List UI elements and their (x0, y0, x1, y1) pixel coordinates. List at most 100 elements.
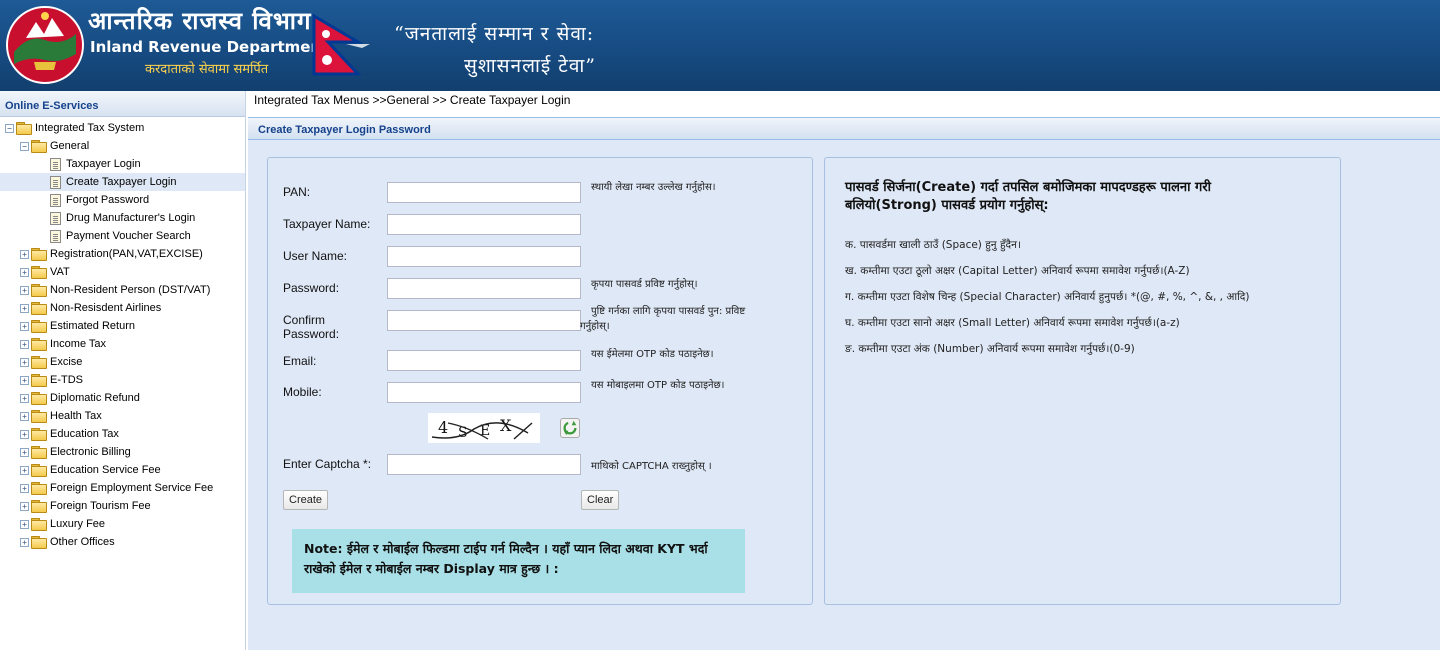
tree-leaf-taxpayer-login[interactable]: Taxpayer Login (50, 155, 141, 173)
tree-node-label: Education Tax (50, 428, 119, 440)
folder-icon (31, 482, 47, 495)
user-name-input[interactable] (387, 246, 581, 267)
tree-leaf-forgot-password[interactable]: Forgot Password (50, 191, 149, 209)
expand-icon[interactable]: + (20, 285, 29, 295)
document-icon (50, 193, 61, 207)
email-input[interactable] (387, 350, 581, 371)
folder-icon (31, 464, 47, 477)
password-input[interactable] (387, 278, 581, 299)
login-form: PAN: स्थायी लेखा नम्बर उल्लेख गर्नुहोस। … (267, 157, 813, 605)
tree-leaf-payment-voucher-search[interactable]: Payment Voucher Search (50, 227, 191, 245)
expand-icon[interactable]: + (20, 447, 29, 457)
confirm-password-label-line1: Confirm (283, 313, 326, 327)
tree-node-integrated-tax-system[interactable]: − Integrated Tax System (5, 119, 144, 137)
tree-node-label: Non-Resident Person (DST/VAT) (50, 284, 211, 296)
tree-node-folder[interactable]: + Luxury Fee (20, 515, 105, 533)
expand-icon[interactable]: + (20, 429, 29, 439)
folder-icon (31, 320, 47, 333)
tree-node-folder[interactable]: + Education Tax (20, 425, 119, 443)
tree-leaf-label: Payment Voucher Search (66, 230, 191, 242)
expand-icon[interactable]: + (20, 411, 29, 421)
email-mobile-note: Note: ईमेल र मोबाईल फिल्डमा टाईप गर्न मि… (292, 529, 745, 593)
expand-icon[interactable]: + (20, 501, 29, 511)
folder-icon (31, 392, 47, 405)
tree-node-label: VAT (50, 266, 70, 278)
expand-icon[interactable]: + (20, 537, 29, 547)
tree-node-label: Integrated Tax System (35, 122, 145, 134)
department-tagline: करदाताको सेवामा समर्पित (145, 62, 269, 77)
create-button[interactable]: Create (283, 490, 329, 510)
email-hint: यस ईमेलमा OTP कोड पठाइनेछ। (591, 349, 714, 360)
sidebar-title: Online E-Services (0, 91, 245, 117)
expand-icon[interactable]: + (20, 249, 29, 259)
department-title-english: Inland Revenue Department (90, 38, 329, 56)
tree-node-label: Electronic Billing (50, 446, 131, 458)
tree-node-folder[interactable]: + Income Tax (20, 335, 106, 353)
tree-node-label: Foreign Employment Service Fee (50, 482, 214, 494)
folder-icon (31, 410, 47, 423)
captcha-refresh-button[interactable] (560, 418, 580, 438)
tree-node-folder[interactable]: + Excise (20, 353, 82, 371)
password-label: Password: (283, 281, 340, 295)
tree-node-folder[interactable]: + Non-Resident Person (DST/VAT) (20, 281, 210, 299)
tree-node-folder[interactable]: + Other Offices (20, 533, 115, 551)
tree-node-folder[interactable]: + VAT (20, 263, 70, 281)
pan-input[interactable] (387, 182, 581, 203)
expand-icon[interactable]: + (20, 303, 29, 313)
clear-button[interactable]: Clear (581, 490, 620, 510)
tree-leaf-drug-manufacturer-login[interactable]: Drug Manufacturer's Login (50, 209, 195, 227)
tree-node-folder[interactable]: + Electronic Billing (20, 443, 131, 461)
taxpayer-name-input[interactable] (387, 214, 581, 235)
folder-icon (31, 338, 47, 351)
expand-icon[interactable]: + (20, 465, 29, 475)
tree-node-folder[interactable]: + Education Service Fee (20, 461, 161, 479)
tree-node-folder[interactable]: + E-TDS (20, 371, 83, 389)
tree-node-general[interactable]: − General (20, 137, 89, 155)
collapse-icon[interactable]: − (5, 123, 14, 133)
captcha-hint: माथिको CAPTCHA राख्नुहोस् । (591, 461, 712, 472)
tree-node-label: Luxury Fee (50, 518, 106, 530)
captcha-char: 4 (438, 418, 448, 437)
tree-node-folder[interactable]: + Non-Resisdent Airlines (20, 299, 161, 317)
main-panel: Create Taxpayer Login Password PAN: स्था… (248, 117, 1440, 650)
tree-leaf-label: Taxpayer Login (66, 158, 141, 170)
document-icon (50, 229, 61, 243)
confirm-password-hint-line1: पुष्टि गर्नका लागि कृपया पासवर्ड पुन: प्… (591, 306, 746, 317)
sidebar-nav: Online E-Services − Integrated Tax Syste… (0, 91, 246, 650)
expand-icon[interactable]: + (20, 321, 29, 331)
expand-icon[interactable]: + (20, 483, 29, 493)
pan-hint: स्थायी लेखा नम्बर उल्लेख गर्नुहोस। (591, 182, 716, 193)
password-rule: ङ. कम्तीमा एउटा अंक (Number) अनिवार्य रू… (845, 343, 1135, 355)
user-name-label: User Name: (283, 249, 348, 263)
tree-node-folder[interactable]: + Estimated Return (20, 317, 135, 335)
tree-node-folder[interactable]: + Registration(PAN,VAT,EXCISE) (20, 245, 203, 263)
tree-node-label: Other Offices (50, 536, 115, 548)
tree-node-folder[interactable]: + Diplomatic Refund (20, 389, 140, 407)
tree-node-label: Education Service Fee (50, 464, 161, 476)
document-icon (50, 157, 61, 171)
tree-node-label: Income Tax (50, 338, 107, 350)
expand-icon[interactable]: + (20, 267, 29, 277)
document-icon (50, 175, 61, 189)
expand-icon[interactable]: + (20, 375, 29, 385)
folder-icon (31, 356, 47, 369)
password-rule: ग. कम्तीमा एउटा विशेष चिन्ह (Special Cha… (845, 291, 1250, 303)
tree-node-label: General (50, 140, 90, 152)
confirm-password-input[interactable] (387, 310, 581, 331)
tree-node-folder[interactable]: + Foreign Tourism Fee (20, 497, 151, 515)
captcha-input[interactable] (387, 454, 581, 475)
expand-icon[interactable]: + (20, 393, 29, 403)
motto-line-1: “जनतालाई सम्मान र सेवा: (394, 23, 595, 45)
expand-icon[interactable]: + (20, 339, 29, 349)
tree-node-label: Health Tax (50, 410, 102, 422)
tree-node-folder[interactable]: + Health Tax (20, 407, 102, 425)
expand-icon[interactable]: + (20, 519, 29, 529)
password-rule: घ. कम्तीमा एउटा सानो अक्षर (Small Letter… (845, 317, 1180, 329)
panel-title: Create Taxpayer Login Password (248, 118, 1440, 140)
expand-icon[interactable]: + (20, 357, 29, 367)
tree-leaf-create-taxpayer-login[interactable]: Create Taxpayer Login (0, 173, 245, 191)
mobile-input[interactable] (387, 382, 581, 403)
tree-node-label: Excise (50, 356, 83, 368)
tree-node-folder[interactable]: + Foreign Employment Service Fee (20, 479, 213, 497)
collapse-icon[interactable]: − (20, 141, 29, 151)
